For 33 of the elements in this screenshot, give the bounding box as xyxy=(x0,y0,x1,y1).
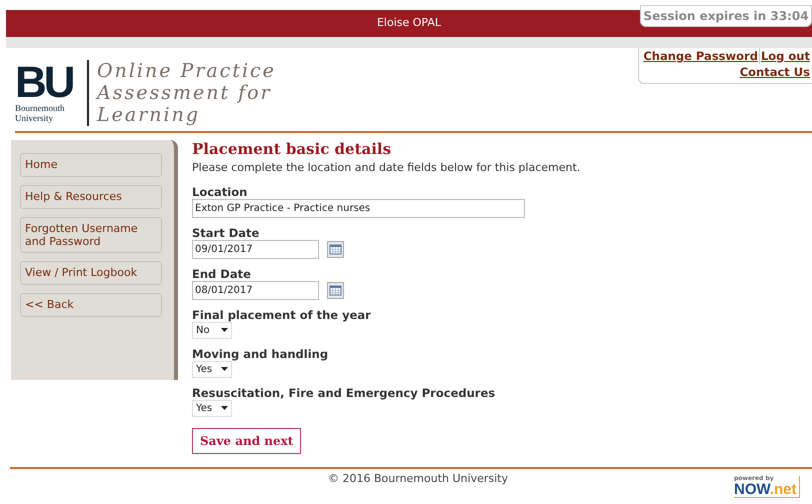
sidebar-link[interactable]: << Back xyxy=(20,293,162,317)
sidebar-link[interactable]: Help & Resources xyxy=(20,185,162,209)
dropdown[interactable]: Yes xyxy=(192,400,232,416)
site-title: Online Practice Assessment for Learning xyxy=(97,60,276,126)
session-timer: Session expires in 33:04 xyxy=(640,5,812,27)
date-field[interactable]: 09/01/2017 xyxy=(192,240,319,258)
intro-text: Please complete the location and date fields below for this placement. xyxy=(192,160,580,176)
logo: BU Bournemouth University xyxy=(15,63,74,123)
field-label: End Date xyxy=(192,266,252,280)
user-name: Eloise OPAL xyxy=(376,15,442,32)
save-and-next-button[interactable]: Save and next xyxy=(192,428,302,454)
account-link[interactable]: Log out xyxy=(760,48,810,64)
field-label: Location xyxy=(192,184,248,198)
dropdown[interactable]: No xyxy=(192,322,232,338)
location-field[interactable]: Exton GP Practice - Practice nurses xyxy=(192,198,525,218)
copyright-text: © 2016 Bournemouth University xyxy=(328,471,508,487)
field-label: Resuscitation, Fire and Emergency Procedures xyxy=(192,386,496,400)
field-label: Moving and handling xyxy=(192,346,330,360)
field-label: Start Date xyxy=(192,226,260,240)
calendar-icon[interactable] xyxy=(327,240,344,258)
field-label: Final placement of the year xyxy=(192,308,372,322)
sidebar-link[interactable]: Home xyxy=(20,153,162,177)
page-heading: Placement basic details xyxy=(192,140,392,158)
sidebar-link[interactable]: View / Print Logbook xyxy=(20,261,162,285)
date-field[interactable]: 08/01/2017 xyxy=(192,280,319,300)
calendar-icon[interactable] xyxy=(327,282,344,298)
dropdown[interactable]: Yes xyxy=(192,360,232,378)
caret-icon xyxy=(221,406,228,410)
caret-icon xyxy=(221,367,228,371)
sidebar-link[interactable]: Forgotten Username and Password xyxy=(20,217,162,253)
account-link[interactable]: Change Password xyxy=(643,48,758,64)
caret-icon xyxy=(221,328,228,332)
account-link[interactable]: Contact Us xyxy=(740,64,810,80)
